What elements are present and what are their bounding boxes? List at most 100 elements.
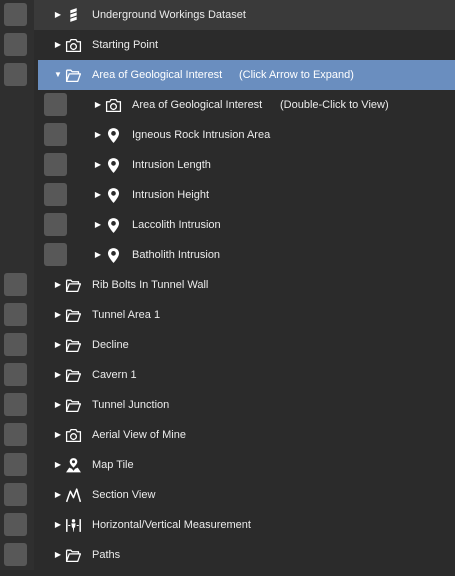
- tree-item-label[interactable]: Horizontal/Vertical Measurement: [92, 510, 251, 540]
- tree-item-label[interactable]: Laccolith Intrusion: [132, 210, 221, 240]
- expand-arrow-icon[interactable]: ▶: [51, 360, 65, 390]
- layers-icon: [64, 6, 82, 24]
- folder-open-icon: [64, 396, 82, 414]
- visibility-toggle[interactable]: [4, 453, 27, 476]
- tree-row[interactable]: ▶ Section View: [0, 480, 455, 510]
- expand-arrow-icon[interactable]: ▶: [51, 330, 65, 360]
- tree-item-label[interactable]: Batholith Intrusion: [132, 240, 220, 270]
- folder-open-icon: [64, 336, 82, 354]
- tree-row[interactable]: ▶ Map Tile: [0, 450, 455, 480]
- expand-arrow-icon[interactable]: ▶: [91, 210, 105, 240]
- tree-row[interactable]: ▶ Cavern 1: [0, 360, 455, 390]
- camera-icon: [104, 96, 122, 114]
- expand-arrow-icon[interactable]: ▶: [91, 120, 105, 150]
- tree-item-label[interactable]: Tunnel Area 1: [92, 300, 160, 330]
- visibility-toggle[interactable]: [4, 543, 27, 566]
- visibility-toggle[interactable]: [4, 423, 27, 446]
- map-pin-icon: [104, 216, 122, 234]
- measurement-icon: [64, 516, 82, 534]
- map-pin-icon: [104, 156, 122, 174]
- expand-arrow-icon[interactable]: ▶: [51, 510, 65, 540]
- tree-row[interactable]: ▶ Area of Geological Interest (Double-Clic…: [0, 90, 455, 120]
- tree-item-label[interactable]: Intrusion Length: [132, 150, 211, 180]
- tree-item-label[interactable]: Map Tile: [92, 450, 134, 480]
- tree-row[interactable]: ▶ Intrusion Height: [0, 180, 455, 210]
- tree-item-label[interactable]: Aerial View of Mine: [92, 420, 186, 450]
- tree-item-hint: (Double-Click to View): [280, 99, 389, 111]
- tree-row[interactable]: ▶ Paths: [0, 540, 455, 570]
- tree-item-label[interactable]: Rib Bolts In Tunnel Wall: [92, 270, 208, 300]
- visibility-toggle[interactable]: [44, 183, 67, 206]
- tree-row[interactable]: ▶ Starting Point: [0, 30, 455, 60]
- expand-arrow-icon[interactable]: ▶: [51, 0, 65, 30]
- folder-open-icon: [64, 306, 82, 324]
- visibility-toggle[interactable]: [4, 63, 27, 86]
- visibility-toggle[interactable]: [4, 33, 27, 56]
- left-gutter: [0, 180, 34, 210]
- expand-arrow-icon[interactable]: ▶: [91, 180, 105, 210]
- visibility-toggle[interactable]: [44, 123, 67, 146]
- map-pin-icon: [104, 186, 122, 204]
- expand-arrow-icon[interactable]: ▶: [51, 540, 65, 570]
- camera-icon: [64, 36, 82, 54]
- visibility-toggle[interactable]: [44, 93, 67, 116]
- tree-item-label[interactable]: Igneous Rock Intrusion Area: [132, 120, 270, 150]
- visibility-toggle[interactable]: [4, 303, 27, 326]
- tree-row[interactable]: ▶ Batholith Intrusion: [0, 240, 455, 270]
- left-gutter: [0, 90, 34, 120]
- expand-arrow-icon[interactable]: ▶: [91, 150, 105, 180]
- tree-row[interactable]: ▶ Aerial View of Mine: [0, 420, 455, 450]
- visibility-toggle[interactable]: [44, 243, 67, 266]
- left-gutter: [0, 120, 34, 150]
- tree-row[interactable]: ▶ Laccolith Intrusion: [0, 210, 455, 240]
- tree-item-label[interactable]: Underground Workings Dataset: [92, 0, 246, 30]
- expand-arrow-icon[interactable]: ▶: [51, 480, 65, 510]
- tree-row[interactable]: ▶ Decline: [0, 330, 455, 360]
- expand-arrow-icon[interactable]: ▶: [91, 240, 105, 270]
- layer-tree: ▶ Underground Workings Dataset ▶ Starting P…: [0, 0, 455, 576]
- tree-item-label[interactable]: Paths: [92, 540, 120, 570]
- visibility-toggle[interactable]: [4, 513, 27, 536]
- collapse-arrow-icon[interactable]: ▼: [51, 60, 65, 90]
- visibility-toggle[interactable]: [4, 363, 27, 386]
- expand-arrow-icon[interactable]: ▶: [51, 450, 65, 480]
- tree-item-label[interactable]: Section View: [92, 480, 155, 510]
- visibility-toggle[interactable]: [44, 153, 67, 176]
- expand-arrow-icon[interactable]: ▶: [51, 390, 65, 420]
- folder-open-icon: [64, 66, 82, 84]
- folder-open-icon: [64, 366, 82, 384]
- tree-row[interactable]: ▶ Igneous Rock Intrusion Area: [0, 120, 455, 150]
- tree-item-label[interactable]: Intrusion Height: [132, 180, 209, 210]
- expand-arrow-icon[interactable]: ▶: [91, 90, 105, 120]
- map-pin-icon: [104, 126, 122, 144]
- tree-row[interactable]: ▶ Intrusion Length: [0, 150, 455, 180]
- visibility-toggle[interactable]: [4, 273, 27, 296]
- tree-item-hint: (Click Arrow to Expand): [239, 69, 354, 81]
- visibility-toggle[interactable]: [4, 483, 27, 506]
- visibility-toggle[interactable]: [44, 213, 67, 236]
- tree-item-label[interactable]: Area of Geological Interest: [132, 90, 262, 120]
- tree-item-label[interactable]: Starting Point: [92, 30, 158, 60]
- tree-row[interactable]: ▶ Tunnel Area 1: [0, 300, 455, 330]
- tree-item-label[interactable]: Tunnel Junction: [92, 390, 169, 420]
- expand-arrow-icon[interactable]: ▶: [51, 420, 65, 450]
- expand-arrow-icon[interactable]: ▶: [51, 300, 65, 330]
- expand-arrow-icon[interactable]: ▶: [51, 270, 65, 300]
- left-gutter: [0, 150, 34, 180]
- tree-item-label[interactable]: Decline: [92, 330, 129, 360]
- expand-arrow-icon[interactable]: ▶: [51, 30, 65, 60]
- tree-row[interactable]: ▶ Horizontal/Vertical Measurement: [0, 510, 455, 540]
- tree-row[interactable]: ▶ Underground Workings Dataset: [0, 0, 455, 30]
- tree-item-label[interactable]: Cavern 1: [92, 360, 137, 390]
- visibility-toggle[interactable]: [4, 3, 27, 26]
- left-gutter: [0, 240, 34, 270]
- visibility-toggle[interactable]: [4, 333, 27, 356]
- map-pin-icon: [104, 246, 122, 264]
- section-view-icon: [64, 486, 82, 504]
- tree-row[interactable]: ▼ Area of Geological Interest (Click Arrow…: [0, 60, 455, 90]
- tree-row[interactable]: ▶ Rib Bolts In Tunnel Wall: [0, 270, 455, 300]
- tree-row[interactable]: ▶ Tunnel Junction: [0, 390, 455, 420]
- folder-open-icon: [64, 546, 82, 564]
- visibility-toggle[interactable]: [4, 393, 27, 416]
- tree-item-label[interactable]: Area of Geological Interest: [92, 60, 222, 90]
